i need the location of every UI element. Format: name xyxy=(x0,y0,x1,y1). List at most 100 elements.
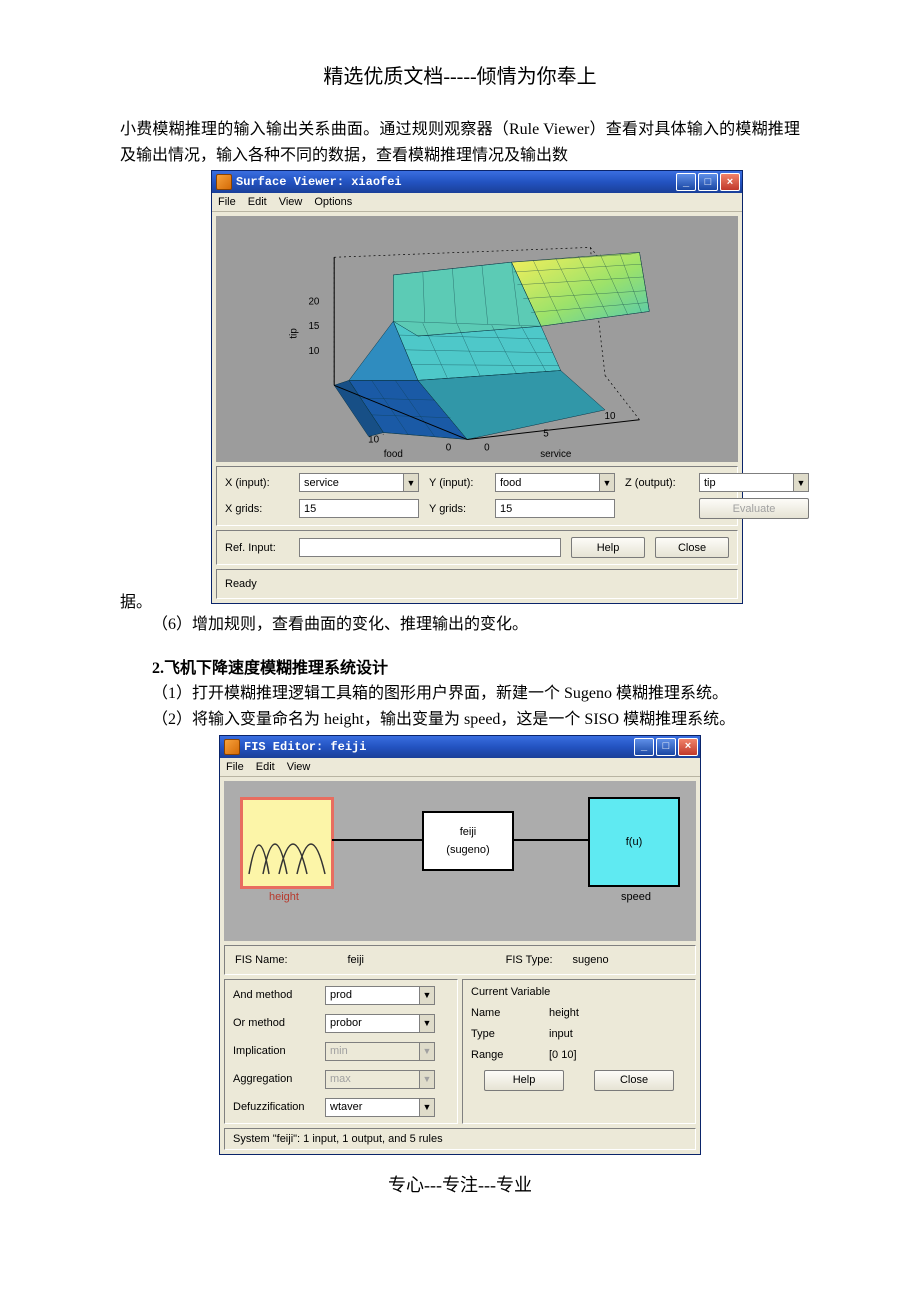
paragraph-1: 小费模糊推理的输入输出关系曲面。通过规则观察器（Rule Viewer）查看对具… xyxy=(120,117,800,168)
fis-type-label: (sugeno) xyxy=(446,844,489,856)
evaluate-button[interactable]: Evaluate xyxy=(699,498,809,519)
help-button[interactable]: Help xyxy=(484,1070,564,1091)
defuzz-combo[interactable]: wtaver ▼ xyxy=(325,1098,435,1117)
fis-name-row: FIS Name: feiji FIS Type: sugeno xyxy=(224,945,696,975)
chevron-down-icon: ▼ xyxy=(419,1099,434,1116)
x-grids-label: X grids: xyxy=(225,503,289,515)
fis-type-value: sugeno xyxy=(573,954,686,966)
help-button[interactable]: Help xyxy=(571,537,645,558)
y-grids-label: Y grids: xyxy=(429,503,485,515)
page-header: 精选优质文档-----倾情为你奉上 xyxy=(120,60,800,89)
status-text: Ready xyxy=(225,576,729,592)
chevron-down-icon: ▼ xyxy=(419,987,434,1004)
menubar: File Edit View xyxy=(220,758,700,777)
x-input-combo[interactable]: service ▼ xyxy=(299,473,419,492)
menubar: File Edit View Options xyxy=(212,193,742,212)
and-method-label: And method xyxy=(233,989,317,1001)
surface-plot[interactable]: 10 15 20 tip 10 5 0 food 0 5 10 service xyxy=(216,216,738,462)
x-grids-field[interactable]: 15 xyxy=(299,499,419,518)
status-bar: Ready xyxy=(216,569,738,599)
y-input-label: Y (input): xyxy=(429,477,485,489)
y-grids-field[interactable]: 15 xyxy=(495,499,615,518)
paragraph-step2: （2）将输入变量命名为 height，输出变量为 speed，这是一个 SISO… xyxy=(120,707,800,733)
svg-text:0: 0 xyxy=(484,442,490,453)
and-method-combo[interactable]: prod ▼ xyxy=(325,986,435,1005)
fis-input-box[interactable] xyxy=(240,797,334,889)
chevron-down-icon: ▼ xyxy=(419,1015,434,1032)
chevron-down-icon: ▼ xyxy=(599,474,614,491)
chevron-down-icon: ▼ xyxy=(419,1043,434,1060)
menu-options[interactable]: Options xyxy=(314,196,352,208)
y-input-combo[interactable]: food ▼ xyxy=(495,473,615,492)
titlebar[interactable]: FIS Editor: feiji _ □ × xyxy=(220,736,700,758)
svg-text:15: 15 xyxy=(308,321,319,332)
cv-range-value: [0 10] xyxy=(549,1049,687,1061)
window-title: FIS Editor: feiji xyxy=(244,740,366,754)
close-window-button[interactable]: × xyxy=(678,738,698,756)
or-method-label: Or method xyxy=(233,1017,317,1029)
implication-label: Implication xyxy=(233,1045,317,1057)
page-footer: 专心---专注---专业 xyxy=(120,1171,800,1197)
minimize-button[interactable]: _ xyxy=(676,173,696,191)
svg-text:10: 10 xyxy=(308,346,319,357)
output-var-label: speed xyxy=(592,891,680,903)
connector-line xyxy=(512,839,598,841)
svg-text:0: 0 xyxy=(446,442,452,453)
titlebar[interactable]: Surface Viewer: xiaofei _ □ × xyxy=(212,171,742,193)
current-variable-panel: Current Variable Name height Type input … xyxy=(462,979,696,1124)
controls-panel: X (input): service ▼ Y (input): food ▼ Z… xyxy=(216,466,738,526)
menu-edit[interactable]: Edit xyxy=(256,761,275,773)
fis-center-box[interactable]: feiji (sugeno) xyxy=(422,811,514,871)
ref-input-label: Ref. Input: xyxy=(225,542,289,554)
surface-viewer-window: Surface Viewer: xiaofei _ □ × File Edit … xyxy=(211,170,743,604)
defuzz-label: Defuzzification xyxy=(233,1101,317,1113)
cv-heading: Current Variable xyxy=(471,986,687,998)
menu-view[interactable]: View xyxy=(279,196,303,208)
close-window-button[interactable]: × xyxy=(720,173,740,191)
svg-text:food: food xyxy=(384,449,403,460)
z-output-label: Z (output): xyxy=(625,477,689,489)
aggregation-label: Aggregation xyxy=(233,1073,317,1085)
fis-name-label: FIS Name: xyxy=(235,954,348,966)
svg-text:service: service xyxy=(540,449,572,460)
svg-text:tip: tip xyxy=(289,328,300,339)
paragraph-1-tail: 据。 xyxy=(120,588,152,612)
x-input-label: X (input): xyxy=(225,477,289,489)
menu-file[interactable]: File xyxy=(218,196,236,208)
minimize-button[interactable]: _ xyxy=(634,738,654,756)
maximize-button[interactable]: □ xyxy=(656,738,676,756)
menu-edit[interactable]: Edit xyxy=(248,196,267,208)
aggregation-combo: max ▼ xyxy=(325,1070,435,1089)
cv-type-value: input xyxy=(549,1028,687,1040)
close-button[interactable]: Close xyxy=(594,1070,674,1091)
section-2-title: 2.飞机下降速度模糊推理系统设计 xyxy=(120,656,800,682)
fis-name-value: feiji xyxy=(348,954,461,966)
fis-editor-window: FIS Editor: feiji _ □ × File Edit View xyxy=(219,735,701,1155)
fis-output-box[interactable]: f(u) xyxy=(588,797,680,887)
ref-input-field[interactable] xyxy=(299,538,561,557)
status-bar: System "feiji": 1 input, 1 output, and 5… xyxy=(224,1128,696,1150)
fis-diagram[interactable]: height feiji (sugeno) f(u) speed xyxy=(224,781,696,941)
app-icon xyxy=(224,739,240,755)
chevron-down-icon: ▼ xyxy=(403,474,418,491)
mf-curves-icon xyxy=(247,808,327,878)
menu-view[interactable]: View xyxy=(287,761,311,773)
surface-3d-chart: 10 15 20 tip 10 5 0 food 0 5 10 service xyxy=(216,216,738,462)
close-button[interactable]: Close xyxy=(655,537,729,558)
fis-name-label: feiji xyxy=(460,826,477,838)
cv-range-label: Range xyxy=(471,1049,543,1061)
chevron-down-icon: ▼ xyxy=(419,1071,434,1088)
or-method-combo[interactable]: probor ▼ xyxy=(325,1014,435,1033)
cv-type-label: Type xyxy=(471,1028,543,1040)
z-output-combo[interactable]: tip ▼ xyxy=(699,473,809,492)
connector-line xyxy=(332,839,422,841)
maximize-button[interactable]: □ xyxy=(698,173,718,191)
menu-file[interactable]: File xyxy=(226,761,244,773)
svg-text:10: 10 xyxy=(604,411,615,422)
paragraph-6: （6）增加规则，查看曲面的变化、推理输出的变化。 xyxy=(120,612,800,638)
fis-type-label: FIS Type: xyxy=(460,954,573,966)
paragraph-step1: （1）打开模糊推理逻辑工具箱的图形用户界面，新建一个 Sugeno 模糊推理系统… xyxy=(120,681,800,707)
input-var-label: height xyxy=(240,891,328,903)
cv-name-value: height xyxy=(549,1007,687,1019)
svg-text:20: 20 xyxy=(308,297,319,308)
